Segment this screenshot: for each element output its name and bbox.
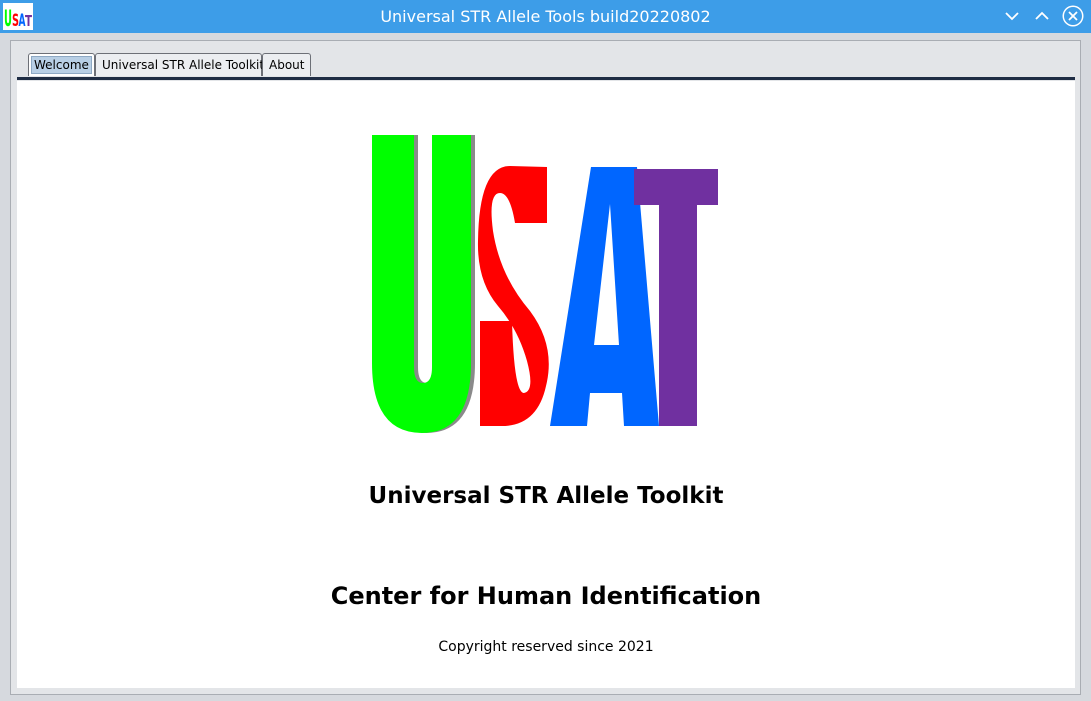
- tab-label: Universal STR Allele Toolkit: [102, 58, 265, 72]
- tab-label: Welcome: [31, 56, 92, 74]
- logo-letter-a: [550, 167, 659, 426]
- copyright-text: Copyright reserved since 2021: [438, 639, 654, 655]
- minimize-icon[interactable]: [1001, 5, 1023, 27]
- tab-welcome[interactable]: Welcome: [28, 53, 95, 76]
- tab-label: About: [269, 58, 305, 72]
- window-title: Universal STR Allele Tools build20220802: [380, 7, 711, 26]
- logo-letter-s: [477, 166, 549, 427]
- organization-title: Center for Human Identification: [330, 582, 762, 610]
- usat-logo: [372, 135, 718, 433]
- tab-about[interactable]: About: [262, 53, 311, 76]
- tab-separator: [17, 77, 1075, 80]
- close-icon[interactable]: [1061, 4, 1085, 28]
- logo-letter-u-face: [372, 135, 471, 433]
- maximize-icon[interactable]: [1031, 5, 1053, 27]
- tab-universal-str-allele-toolkit[interactable]: Universal STR Allele Toolkit: [95, 53, 265, 76]
- welcome-panel: Universal STR Allele Toolkit Center for …: [17, 81, 1075, 688]
- title-bar: U S A T Universal STR Allele Tools build…: [0, 0, 1091, 33]
- toolkit-title: Universal STR Allele Toolkit: [368, 483, 724, 509]
